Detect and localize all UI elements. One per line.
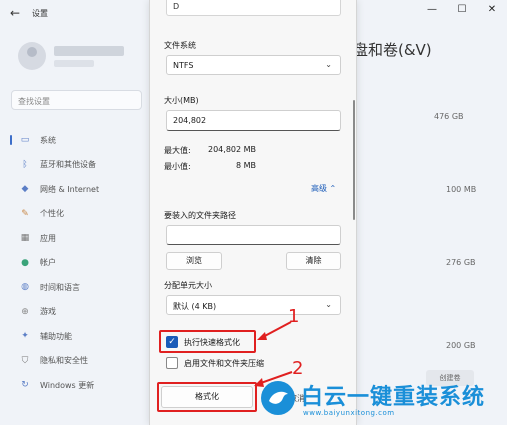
browse-button[interactable]: 浏览 [166,252,222,270]
sidebar-item-label: 蓝牙和其他设备 [40,160,96,170]
globe-icon: ◍ [21,282,29,293]
watermark-url: www.baiyunxitong.com [303,409,395,417]
sidebar-item-label: Windows 更新 [40,380,95,390]
sidebar-item-accessibility[interactable]: ✦ 辅助功能 [8,324,148,349]
min-value: 8 MB [236,161,257,170]
blurred-user-name [54,46,124,56]
brush-icon: ✎ [21,208,29,219]
mount-path-input[interactable] [166,225,341,245]
volume-size: 276 GB [446,258,476,267]
sidebar-item-label: 时间和语言 [40,282,80,292]
maximize-button[interactable]: ☐ [447,0,477,22]
app-title: 设置 [32,9,48,18]
volume-size: 200 GB [446,341,476,350]
sidebar-item-gaming[interactable]: ⊕ 游戏 [8,300,148,325]
sidebar-item-system[interactable]: ▭ 系统 [8,128,148,153]
shield-icon: ⛉ [21,355,29,366]
watermark: 白云一键重装系统 www.baiyunxitong.com [261,377,507,425]
sidebar-item-label: 游戏 [40,307,56,317]
monitor-icon: ▭ [20,135,30,146]
sidebar-item-apps[interactable]: ▦ 应用 [8,226,148,251]
bird-logo-icon [261,381,295,415]
allocation-unit-select[interactable]: 默认 (4 KB) ⌄ [166,295,341,315]
annotation-highlight-quick-format [159,330,256,353]
drive-letter-field[interactable]: D [166,0,341,16]
sidebar-item-label: 辅助功能 [40,331,72,341]
advanced-toggle[interactable]: 高级 ⌃ [311,183,336,194]
allocation-unit-value: 默认 (4 KB) [173,302,217,311]
search-input[interactable]: 查找设置 [11,90,142,110]
wifi-icon: ◆ [21,184,29,195]
minimize-button[interactable]: — [417,0,447,22]
watermark-brand: 白云一键重装系统 [301,385,486,410]
window-controls: — ☐ ✕ [417,0,507,26]
volume-size: 476 GB [434,112,464,121]
sidebar-item-label: 系统 [40,135,56,145]
sidebar-item-accounts[interactable]: ● 帐户 [8,251,148,276]
apps-icon: ▦ [20,233,30,244]
update-icon: ↻ [21,380,29,391]
accessibility-icon: ✦ [21,331,29,342]
sidebar-item-label: 应用 [40,233,56,243]
blurred-user-email [54,60,94,67]
sidebar-nav: ▭ 系统 ᛒ 蓝牙和其他设备 ◆ 网络 & Internet ✎ 个性化 ▦ 应… [8,128,148,398]
annotation-highlight-format [157,382,257,412]
sidebar-item-privacy[interactable]: ⛉ 隐私和安全性 [8,349,148,374]
size-input[interactable]: 204,802 [166,110,341,131]
scrollbar[interactable] [353,100,355,220]
chevron-down-icon: ⌄ [325,60,332,69]
sidebar-item-time-language[interactable]: ◍ 时间和语言 [8,275,148,300]
sidebar-item-label: 隐私和安全性 [40,356,88,366]
min-label: 最小值: [164,162,191,171]
volume-size: 100 MB [446,185,477,194]
clear-button[interactable]: 清除 [286,252,341,270]
game-icon: ⊕ [21,306,29,317]
sidebar-item-bluetooth[interactable]: ᛒ 蓝牙和其他设备 [8,153,148,178]
filesystem-value: NTFS [173,61,194,70]
sidebar-item-label: 帐户 [40,258,56,268]
max-value: 204,802 MB [208,145,257,154]
page-title: 盘和卷(&V) [353,41,432,59]
chevron-down-icon: ⌄ [325,300,332,309]
compression-checkbox[interactable] [166,357,178,369]
sidebar-item-personalization[interactable]: ✎ 个性化 [8,202,148,227]
sidebar-item-label: 网络 & Internet [40,184,100,194]
max-label: 最大值: [164,146,191,155]
size-label: 大小(MB) [164,96,199,105]
avatar[interactable] [18,42,46,70]
person-icon: ● [21,257,29,268]
allocation-unit-label: 分配单元大小 [164,281,212,290]
filesystem-select[interactable]: NTFS ⌄ [166,55,341,75]
advanced-label: 高级 [311,184,327,193]
sidebar-item-windows-update[interactable]: ↻ Windows 更新 [8,373,148,398]
close-button[interactable]: ✕ [477,0,507,22]
back-arrow-icon[interactable]: ← [10,6,20,20]
sidebar-item-network[interactable]: ◆ 网络 & Internet [8,177,148,202]
chevron-up-icon: ⌃ [329,184,337,193]
filesystem-label: 文件系统 [164,41,196,50]
bluetooth-icon: ᛒ [22,159,28,170]
mount-path-label: 要装入的文件夹路径 [164,211,236,220]
annotation-arrow-1 [257,321,292,340]
sidebar-item-label: 个性化 [40,209,64,219]
